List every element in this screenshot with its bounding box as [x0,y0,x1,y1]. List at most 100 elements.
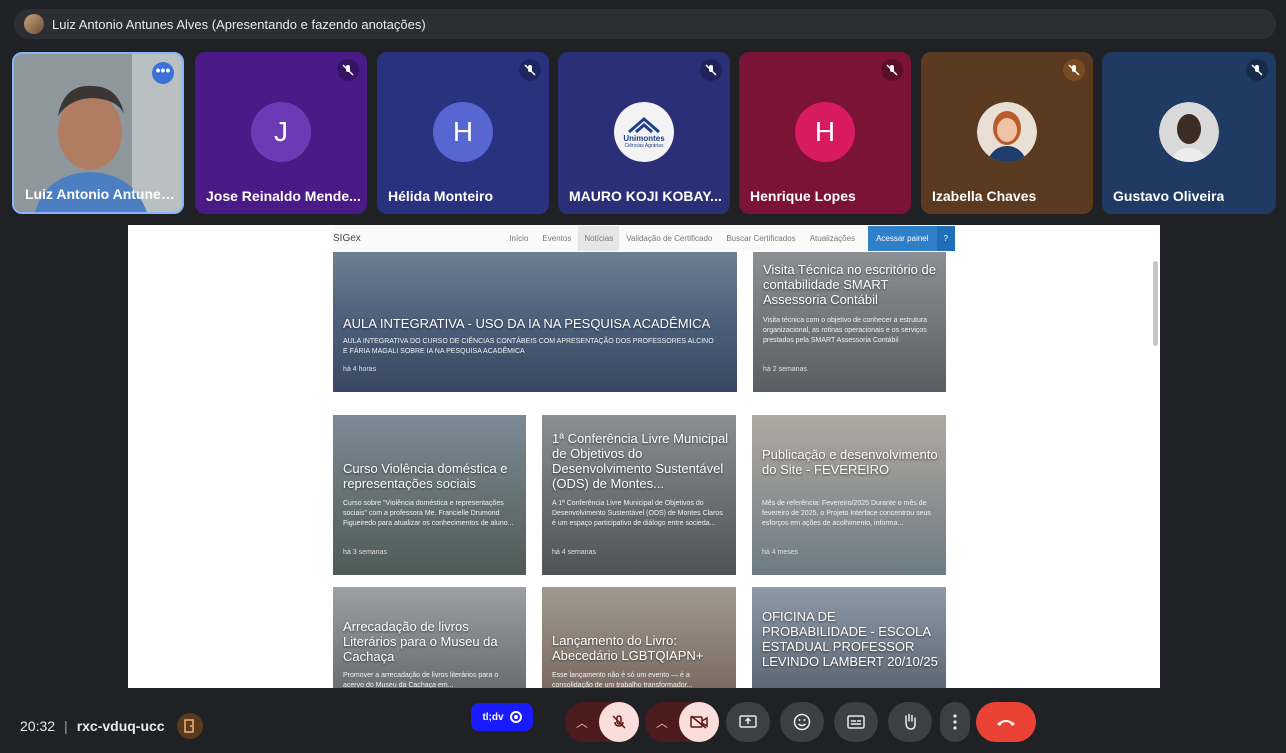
news-card[interactable]: AULA INTEGRATIVA - USO DA IA NA PESQUISA… [333,252,737,392]
nav-link-eventos[interactable]: Eventos [542,234,571,243]
mic-off-icon [881,59,903,81]
news-card-time: há 2 semanas [763,366,807,373]
nav-link-noticias[interactable]: Notícias [578,225,620,251]
news-card-desc: Esse lançamento não é só um evento — é a… [552,672,693,688]
participant-name: Jose Reinaldo Mende... [206,188,361,204]
raise-hand-button[interactable] [888,702,932,742]
news-card-desc: Visita técnica com o objetivo de conhece… [763,317,928,344]
news-card-time: há 4 horas [343,366,377,373]
mic-off-icon [1063,59,1085,81]
mic-off-icon [1246,59,1268,81]
mic-off-icon [700,59,722,81]
shared-screen: SIGex Início Eventos Notícias Validação … [128,225,1160,688]
participant-strip: ••• Luiz Antonio Antunes... J Jose Reina… [12,52,1276,214]
participant-tile[interactable]: H Henrique Lopes [739,52,911,214]
nav-link-buscar[interactable]: Buscar Certificados [726,234,795,243]
hang-up-icon [997,720,1015,726]
record-icon [509,711,522,723]
news-card-title: Publicação e desenvolvimento do Site - F… [762,447,938,477]
nav-link-validacao[interactable]: Validação de Certificado [626,234,712,243]
tldv-label: tl;dv [482,711,504,723]
clock: 20:32 [20,718,56,734]
participant-tile[interactable]: ••• Luiz Antonio Antunes... [12,52,184,214]
participant-name: MAURO KOJI KOBAY... [569,188,722,204]
news-card-title: Curso Violência doméstica e representaçõ… [343,461,508,491]
participant-name: Luiz Antonio Antunes... [25,186,180,202]
meeting-info: 20:32 | rxc-vduq-ucc [20,713,203,739]
avatar: H [795,102,855,162]
participant-tile[interactable]: H Hélida Monteiro [377,52,549,214]
hand-icon [905,713,916,730]
avatar: J [251,102,311,162]
nav-link-atualizacoes[interactable]: Atualizações [810,234,855,243]
more-options-button[interactable] [940,702,970,742]
present-screen-button[interactable] [726,702,770,742]
news-card-desc: Promover a arrecadação de livros literár… [343,672,499,688]
camera-control-group[interactable]: ︿ [645,702,719,742]
participant-name: Hélida Monteiro [388,188,494,204]
mic-control-group[interactable]: ︿ [565,702,639,742]
presenter-banner-text: Luiz Antonio Antunes Alves (Apresentando… [52,16,426,32]
news-card-time: há 3 semanas [343,549,387,556]
logo-title: Unimontes [623,133,665,143]
news-card[interactable]: OFICINA DE PROBABILIDADE - ESCOLA ESTADU… [752,587,946,688]
news-card-time: há 4 meses [762,549,799,556]
news-card[interactable]: Visita Técnica no escritório de contabil… [753,252,946,392]
more-options-button[interactable]: ••• [152,62,174,84]
unimontes-logo-icon [628,116,660,133]
meeting-code: rxc-vduq-ucc [76,718,165,734]
door-icon[interactable] [176,713,203,739]
news-card-title: AULA INTEGRATIVA - USO DA IA NA PESQUISA… [343,316,711,331]
news-card-title: Visita Técnica no escritório de contabil… [763,262,936,307]
site-brand[interactable]: SIGex [333,233,361,244]
news-card[interactable]: Lançamento do Livro: Abecedário LGBTQIAP… [542,587,736,688]
present-icon [739,715,757,728]
more-vert-icon [953,714,957,730]
news-card-desc: Mês de referência: Fevereiro/2025 Durant… [762,500,931,527]
chevron-up-icon[interactable]: ︿ [645,714,679,731]
logo-subtitle: Ciências Agrárias [624,142,664,149]
news-card-desc: AULA INTEGRATIVA DO CURSO DE CIÊNCIAS CO… [343,338,714,355]
news-card-title: Arrecadação de livros Literários para o … [343,619,498,664]
presenter-banner: Luiz Antonio Antunes Alves (Apresentando… [14,9,1276,39]
presenter-avatar [24,14,44,34]
participant-tile[interactable]: Unimontes Ciências Agrárias MAURO KOJI K… [558,52,730,214]
participant-tile[interactable]: Gustavo Oliveira [1102,52,1276,214]
captions-button[interactable] [834,702,878,742]
participant-tile[interactable]: J Jose Reinaldo Mende... [195,52,367,214]
news-card-desc: Curso sobre "Violência doméstica e repre… [343,500,514,527]
avatar: H [433,102,493,162]
chevron-up-icon[interactable]: ︿ [565,714,599,731]
separator: | [64,718,68,734]
mic-toggle-button[interactable] [599,702,639,742]
nav-link-inicio[interactable]: Início [509,234,528,243]
tldv-recorder-button[interactable]: tl;dv [471,703,533,731]
mic-off-icon [337,59,359,81]
scrollbar[interactable] [1153,261,1158,346]
news-card[interactable]: Publicação e desenvolvimento do Site - F… [752,415,946,575]
reactions-button[interactable] [780,702,824,742]
emoji-icon [793,713,811,731]
participant-name: Gustavo Oliveira [1113,188,1225,204]
profile-photo [977,102,1037,162]
news-card-title: OFICINA DE PROBABILIDADE - ESCOLA ESTADU… [762,609,938,669]
news-card-title: Lançamento do Livro: Abecedário LGBTQIAP… [552,633,704,663]
site-navbar: SIGex Início Eventos Notícias Validação … [333,225,955,251]
captions-icon [847,715,865,729]
help-button[interactable]: ? [936,225,955,251]
news-card[interactable]: Curso Violência doméstica e representaçõ… [333,415,526,575]
news-card[interactable]: Arrecadação de livros Literários para o … [333,587,526,688]
news-card-desc: A 1ª Conferência Livre Municipal de Obje… [552,500,723,527]
mic-off-icon [612,715,626,729]
mic-off-icon [519,59,541,81]
profile-photo [1159,102,1219,162]
leave-call-button[interactable] [976,702,1036,742]
news-card-time: há 4 semanas [552,549,596,556]
access-panel-button[interactable]: Acessar painel [868,225,937,251]
participant-name: Izabella Chaves [932,188,1037,204]
camera-toggle-button[interactable] [679,702,719,742]
news-card[interactable]: 1ª Conferência Livre Municipal de Objeti… [542,415,736,575]
participant-name: Henrique Lopes [750,188,856,204]
unimontes-logo: Unimontes Ciências Agrárias [614,102,674,162]
participant-tile[interactable]: Izabella Chaves [921,52,1093,214]
